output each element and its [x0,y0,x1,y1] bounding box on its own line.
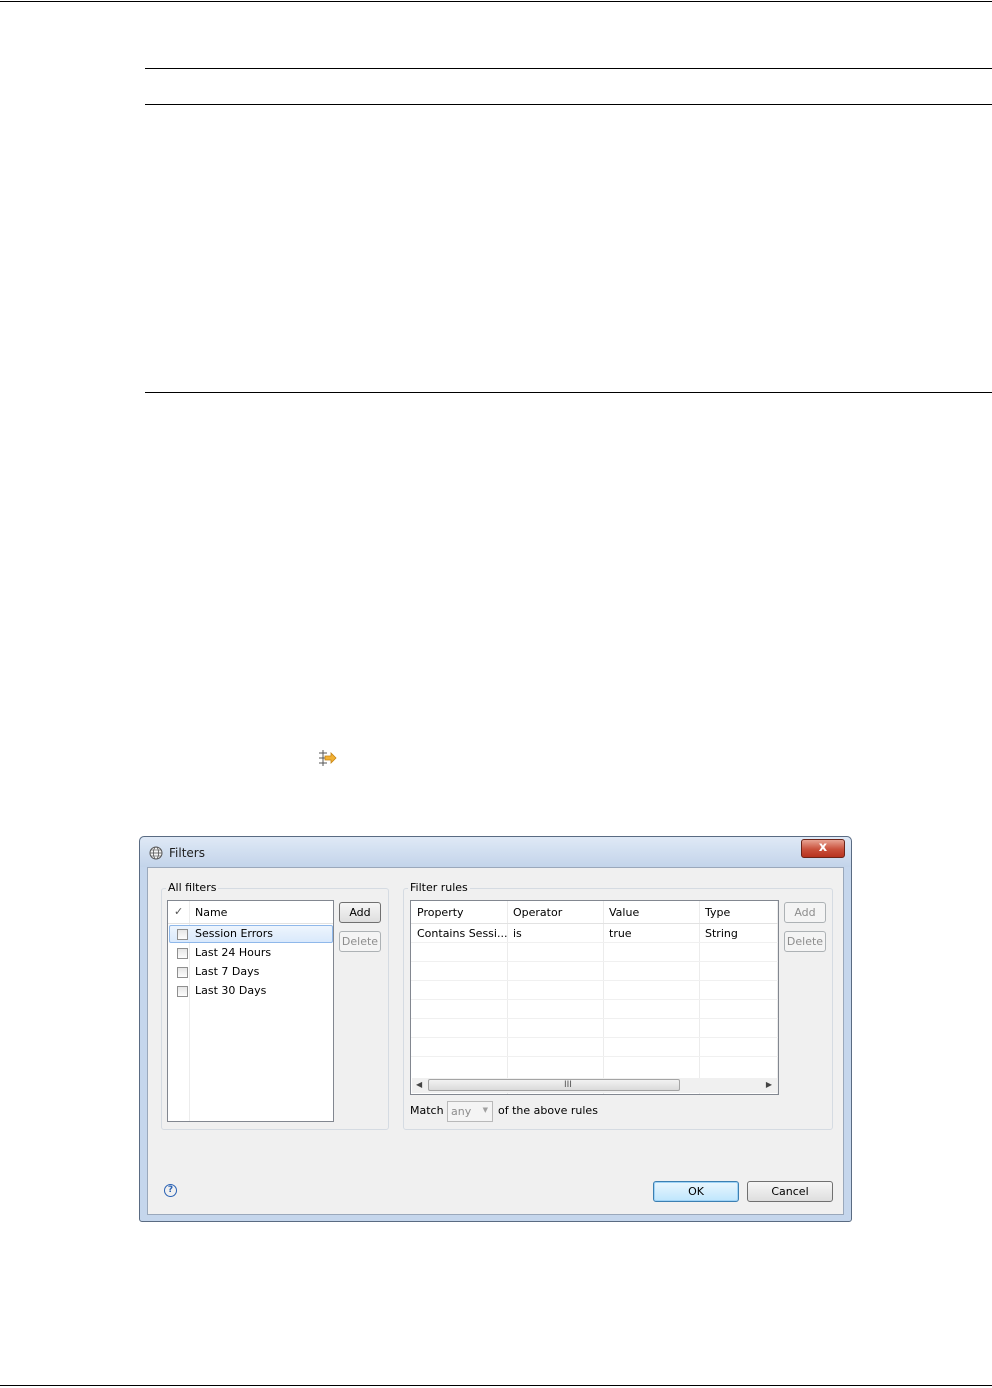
match-prefix: Match [410,1104,444,1117]
delete-filter-button[interactable]: Delete [339,931,381,952]
filter-item-label: Last 30 Days [195,984,267,997]
table-header-rule [145,104,992,105]
add-rule-button[interactable]: Add [784,902,826,923]
filter-checkbox[interactable] [177,948,188,959]
rule-row[interactable]: Contains Sessi... is true String [411,923,778,942]
type-column-header[interactable]: Type [705,906,730,919]
match-suffix: of the above rules [498,1104,598,1117]
row-line [411,980,778,981]
match-combo[interactable]: any ▼ [447,1101,493,1122]
row-line [411,942,778,943]
filter-item-label: Session Errors [195,927,274,940]
close-icon: x [818,840,828,855]
filter-checkbox[interactable] [177,929,188,940]
chevron-down-icon: ▼ [482,1106,488,1114]
delete-rule-button[interactable]: Delete [784,931,826,952]
row-line [411,1018,778,1019]
rule-operator-cell: is [513,927,522,940]
filter-rules-label: Filter rules [408,881,470,894]
property-column-header[interactable]: Property [417,906,464,919]
row-line [411,1056,778,1057]
help-icon[interactable]: ? [164,1184,177,1197]
scroll-left-arrow-icon[interactable]: ◀ [416,1080,422,1089]
filters-globe-icon [149,846,163,860]
filter-item-last-24-hours[interactable]: Last 24 Hours [169,944,333,962]
row-line [411,999,778,1000]
operator-column-header[interactable]: Operator [513,906,562,919]
rule-type-cell: String [705,927,738,940]
rule-value-cell: true [609,927,632,940]
bottom-page-rule [0,1385,992,1386]
filter-item-last-30-days[interactable]: Last 30 Days [169,982,333,1000]
filter-checkbox[interactable] [177,967,188,978]
close-button[interactable]: x [801,839,845,858]
dialog-titlebar[interactable]: Filters x [140,837,851,867]
filter-rules-table[interactable]: Property Operator Value Type Contains Se… [410,900,779,1095]
add-filter-button[interactable]: Add [339,902,381,923]
rule-property-cell: Contains Sessi... [417,927,508,940]
match-combo-value: any [451,1105,472,1118]
ok-button[interactable]: OK [653,1181,739,1202]
value-column-header[interactable]: Value [609,906,639,919]
filter-item-last-7-days[interactable]: Last 7 Days [169,963,333,981]
filters-dialog: Filters x All filters ✓ Name Session Err… [139,836,852,1222]
all-filters-list[interactable]: ✓ Name Session Errors Last 24 Hours Last… [167,900,334,1122]
top-page-rule [0,1,992,2]
check-column-header[interactable]: ✓ [174,905,183,918]
filter-arrow-icon [319,750,337,766]
scroll-right-arrow-icon[interactable]: ▶ [766,1080,772,1089]
dialog-title: Filters [169,846,205,860]
name-column-header[interactable]: Name [195,906,227,919]
row-line [411,1037,778,1038]
list-header: ✓ Name [168,901,333,924]
filter-item-label: Last 24 Hours [195,946,272,959]
table-top-rule [145,68,992,69]
scrollbar-grip: III [564,1080,572,1090]
scrollbar-thumb[interactable]: III [428,1079,680,1091]
row-line [411,961,778,962]
filter-checkbox[interactable] [177,986,188,997]
rules-header-row: Property Operator Value Type [411,901,778,924]
horizontal-scrollbar[interactable]: ◀ III ▶ [412,1078,777,1093]
all-filters-label: All filters [166,881,219,894]
cancel-button[interactable]: Cancel [747,1181,833,1202]
filter-item-session-errors[interactable]: Session Errors [169,925,333,943]
table-bottom-rule [145,392,992,393]
dialog-content: All filters ✓ Name Session Errors Last 2… [147,867,844,1215]
filter-item-label: Last 7 Days [195,965,260,978]
